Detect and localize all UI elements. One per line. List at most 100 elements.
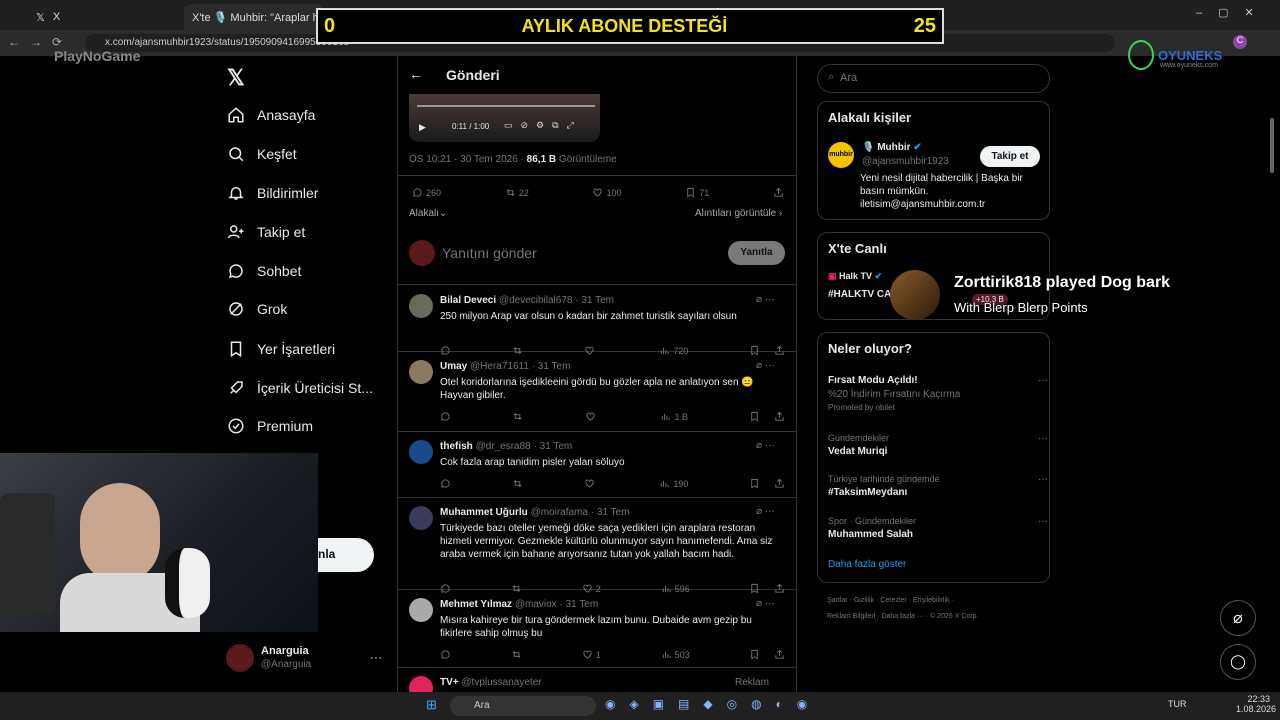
sidebar-item-i-çerik-üreticisi-st-[interactable]: İçerik Üreticisi St... — [227, 379, 373, 397]
like-icon[interactable] — [584, 478, 598, 489]
reply-name[interactable]: thefish — [440, 441, 473, 452]
sidebar-item-keşfet[interactable]: Keşfet — [227, 145, 297, 163]
reply-tweet[interactable]: Muhammet Uğurlu @moirafama · 31 Tem ⌀ ···… — [398, 498, 796, 594]
browser-tab[interactable]: 𝕏X — [28, 4, 178, 30]
reply-name[interactable]: Mehmet Yılmaz — [440, 599, 512, 610]
retweet-icon[interactable] — [511, 649, 522, 660]
windows-start-icon[interactable]: ⊞ — [426, 697, 437, 713]
grok-icon[interactable]: ⌀ ··· — [756, 440, 775, 451]
like-icon[interactable] — [585, 411, 599, 422]
sidebar-item-takip-et[interactable]: Takip et — [227, 223, 305, 241]
search-box[interactable]: ⌕ Ara — [817, 64, 1050, 93]
reply-icon[interactable] — [440, 478, 451, 489]
show-more-link[interactable]: Daha fazla göster — [828, 559, 906, 570]
muhbir-avatar[interactable]: muhbir — [828, 142, 854, 168]
sidebar-item-anasayfa[interactable]: Anasayfa — [227, 106, 315, 124]
window-controls[interactable]: –▢✕ — [1196, 6, 1270, 19]
taskbar-apps[interactable]: ◉◈▣▤◆◎◍◐◉ — [605, 697, 821, 711]
avatar[interactable] — [409, 506, 433, 530]
follow-button[interactable]: Takip et — [980, 146, 1040, 167]
avatar[interactable] — [226, 644, 254, 672]
reply-stat[interactable]: 260 — [412, 187, 441, 198]
retweet-icon[interactable] — [512, 411, 523, 422]
chat-fab-icon[interactable]: ◯ — [1220, 644, 1256, 680]
grok-icon[interactable]: ⌀ ··· — [756, 506, 775, 517]
like-icon[interactable]: 1 — [582, 649, 601, 660]
person-name[interactable]: 🎙️ Muhbir ✔ — [862, 142, 922, 153]
more-icon[interactable]: ··· — [1038, 474, 1048, 485]
trend-item[interactable]: Fırsat Modu Açıldı! %20 İndirim Fırsatını… — [828, 375, 1048, 412]
more-icon[interactable]: ··· — [370, 650, 382, 664]
search-input[interactable]: Ara — [840, 72, 857, 84]
views-icon[interactable]: 190 — [659, 478, 688, 489]
taskbar-search[interactable]: Ara — [450, 696, 596, 716]
bookmark-stat[interactable]: 71 — [685, 187, 709, 198]
more-icon[interactable]: ··· — [1038, 375, 1048, 386]
language-indicator[interactable]: TUR — [1168, 699, 1187, 709]
live-tag[interactable]: #HALKTV CA — [828, 289, 891, 300]
view-quotes-link[interactable]: Alıntıları görüntüle › — [695, 208, 782, 219]
post-time: ÖS 10:21 · 30 Tem 2026 — [409, 154, 518, 165]
x-logo-icon[interactable]: 𝕏 — [227, 65, 245, 91]
footer-links[interactable]: Şartlar · Gizlilik · Çerezler · Erişileb… — [827, 597, 954, 604]
reply-button[interactable]: Yanıtla — [728, 241, 785, 265]
bookmark-share-icons[interactable] — [749, 478, 785, 489]
page-title: Gönderi — [446, 67, 500, 83]
video-progress[interactable] — [417, 105, 595, 107]
person-bio: Yeni nesil dijital habercilik | Başka bi… — [860, 173, 1023, 210]
reply-name[interactable]: Muhammet Uğurlu — [440, 507, 528, 518]
grok-icon[interactable]: ⌀ ··· — [756, 598, 775, 609]
grok-fab-icon[interactable]: ⌀ — [1220, 600, 1256, 636]
reply-input[interactable]: Yanıtını gönder — [442, 245, 537, 261]
footer-links-2[interactable]: Reklam Bilgileri · Daha fazla ··· · © 20… — [827, 613, 978, 620]
reply-name[interactable]: TV+ — [440, 677, 459, 688]
avatar[interactable] — [409, 440, 433, 464]
replies-count: 260 — [426, 187, 442, 198]
sidebar-item-grok[interactable]: Grok — [227, 300, 287, 318]
retweet-stat[interactable]: 22 — [505, 187, 529, 198]
views-icon[interactable]: 503 — [661, 649, 690, 660]
scrollbar[interactable] — [1270, 118, 1274, 173]
reply-icon[interactable] — [440, 411, 451, 422]
live-channel[interactable]: ▣ Halk TV ✔ — [828, 271, 882, 282]
grok-icon[interactable]: ⌀ ··· — [756, 360, 775, 371]
reply-name[interactable]: Bilal Deveci — [440, 295, 496, 306]
reply-tweet[interactable]: Bilal Deveci @devecibilal678 · 31 Tem ⌀ ·… — [398, 286, 796, 356]
sidebar-item-bildirimler[interactable]: Bildirimler — [227, 184, 318, 202]
account-name[interactable]: Anarguia — [261, 645, 309, 657]
avatar[interactable] — [409, 360, 433, 384]
sidebar-item-premium[interactable]: Premium — [227, 417, 313, 435]
profile-avatar[interactable]: C — [1233, 35, 1247, 49]
nav-buttons[interactable]: ←→⟳ — [8, 35, 72, 49]
more-icon[interactable]: ··· — [1038, 516, 1048, 527]
reply-name[interactable]: Umay — [440, 361, 467, 372]
sidebar-item-yer-i-şaretleri[interactable]: Yer İşaretleri — [227, 340, 335, 358]
trend-item[interactable]: Spor · Gündemdekiler Muhammed Salah ··· — [828, 516, 1048, 540]
bookmark-share-icons[interactable] — [749, 411, 785, 422]
video-controls-icons[interactable]: ▭⊘⚙⧉⤢ — [504, 120, 582, 131]
avatar[interactable] — [409, 598, 433, 622]
like-stat[interactable]: 100 — [592, 187, 622, 198]
views-icon[interactable]: 1 B — [660, 411, 688, 422]
clock[interactable]: 22:33 1.08.2026 — [1236, 694, 1276, 714]
more-icon[interactable]: ··· — [1038, 433, 1048, 444]
avatar[interactable] — [409, 294, 433, 318]
video-player[interactable]: ▶ 0:11 / 1:00 ▭⊘⚙⧉⤢ — [409, 94, 600, 142]
back-arrow-icon[interactable]: ← — [409, 66, 423, 82]
trend-item[interactable]: Türkiye tarihinde gündemde #TaksimMeydanı… — [828, 474, 1048, 498]
reply-tweet[interactable]: thefish @dr_esra88 · 31 Tem ⌀ ··· Cok fazl… — [398, 432, 796, 498]
bookmark-share-icons[interactable] — [749, 649, 785, 660]
reply-icon[interactable] — [440, 649, 451, 660]
sidebar-item-sohbet[interactable]: Sohbet — [227, 262, 301, 280]
play-icon[interactable]: ▶ — [419, 122, 426, 133]
trend-item[interactable]: Gündemdekiler Vedat Muriqi ··· — [828, 433, 1048, 457]
person-plus-icon — [227, 225, 244, 239]
reply-tweet[interactable]: Mehmet Yılmaz @maviox · 31 Tem ⌀ ··· Mısır… — [398, 590, 796, 668]
grok-icon[interactable]: ⌀ ··· — [756, 294, 775, 305]
reply-handle: @maviox · 31 Tem — [514, 599, 599, 610]
retweet-icon[interactable] — [512, 478, 523, 489]
browser-tab-active[interactable]: X'te 🎙️ Muhbir: "Araplar hakk... — [184, 4, 324, 30]
reply-tweet[interactable]: Umay @Hera71611 · 31 Tem ⌀ ··· Otel korido… — [398, 352, 796, 432]
sort-dropdown[interactable]: Alakalı⌄ — [409, 208, 447, 219]
share-icon[interactable] — [773, 187, 784, 198]
